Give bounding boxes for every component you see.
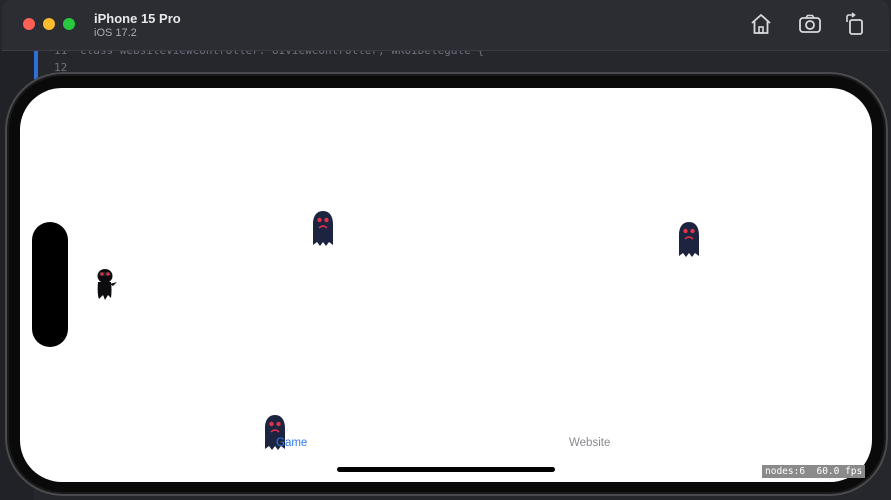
home-icon[interactable] [749, 12, 773, 36]
os-version: iOS 17.2 [94, 27, 137, 39]
ghost-enemy-sprite [679, 222, 699, 257]
tab-website[interactable]: Website [569, 437, 610, 449]
player-ninja-sprite [97, 269, 117, 300]
device-name: iPhone 15 Pro [94, 11, 181, 26]
simulator-screen[interactable] [20, 88, 872, 482]
tab-game[interactable]: Game [276, 437, 307, 449]
screenshot-icon[interactable] [798, 12, 822, 36]
dynamic-island [32, 222, 68, 347]
debug-stats-overlay: nodes:6 60.0 fps [762, 465, 866, 478]
ghost-enemy-sprite [313, 211, 333, 246]
rotate-icon[interactable] [843, 12, 867, 36]
home-indicator[interactable] [337, 467, 555, 472]
close-window-button[interactable] [23, 18, 35, 30]
minimize-window-button[interactable] [43, 18, 55, 30]
zoom-window-button[interactable] [63, 18, 75, 30]
simulator-toolbar: iPhone 15 Pro iOS 17.2 [2, 0, 889, 51]
